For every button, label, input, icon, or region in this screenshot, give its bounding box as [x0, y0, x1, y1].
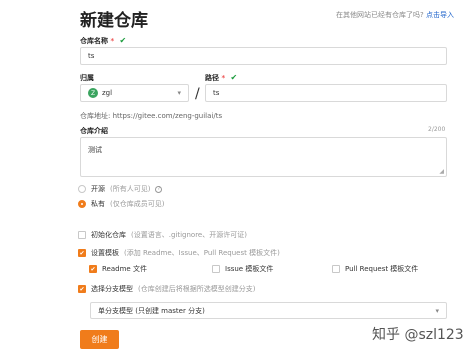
import-link[interactable]: 点击导入 — [426, 11, 454, 19]
watermark: 知乎 @szl123 — [372, 327, 464, 343]
visibility-private-label: 私有 — [91, 200, 105, 208]
owner-select[interactable]: Z zgl ▾ — [80, 84, 189, 102]
description-textarea[interactable]: 测试 ◢ — [80, 137, 447, 177]
template-issue[interactable]: Issue 模板文件 — [212, 264, 273, 274]
init-repo-note: (设置语言、.gitignore、开源许可证) — [131, 231, 247, 239]
radio-private[interactable] — [78, 200, 86, 208]
check-icon: ✔ — [119, 36, 127, 45]
template-readme-label: Readme 文件 — [102, 265, 147, 273]
repo-name-label-text: 仓库名称 — [80, 37, 108, 45]
path-separator: / — [195, 86, 200, 102]
readme-checkbox[interactable]: ✔ — [89, 265, 97, 273]
description-value: 测试 — [88, 146, 102, 154]
templates-checkbox[interactable]: ✔ — [78, 249, 86, 257]
visibility-public[interactable]: 开源 (所有人可见) ? — [78, 184, 163, 194]
create-button[interactable]: 创建 — [80, 330, 119, 349]
visibility-private[interactable]: 私有 (仅仓库成员可见) — [78, 199, 164, 209]
template-pull-request[interactable]: Pull Request 模板文件 — [332, 264, 418, 274]
path-value: ts — [213, 89, 220, 97]
pull-request-checkbox[interactable] — [332, 265, 340, 273]
owner-avatar: Z — [88, 88, 98, 98]
chevron-down-icon: ▾ — [435, 306, 439, 315]
repo-address-value: https://gitee.com/zeng-guilai/ts — [112, 112, 223, 120]
templates-label: 设置模板 — [91, 249, 119, 257]
templates-note: (添加 Readme、Issue、Pull Request 模板文件) — [124, 249, 280, 257]
description-label: 仓库介绍 — [80, 127, 108, 135]
check-icon: ✔ — [230, 73, 238, 82]
repo-name-label: 仓库名称 * ✔ — [80, 36, 126, 46]
import-hint-text: 在其他网站已经有仓库了吗? — [336, 11, 424, 19]
chevron-down-icon: ▾ — [177, 89, 181, 97]
import-hint: 在其他网站已经有仓库了吗? 点击导入 — [336, 10, 454, 20]
template-pull-request-label: Pull Request 模板文件 — [345, 265, 419, 273]
template-readme[interactable]: ✔ Readme 文件 — [89, 264, 147, 274]
repo-name-input[interactable]: ts — [80, 47, 447, 65]
init-repo-label: 初始化仓库 — [91, 231, 126, 239]
branch-model-label: 选择分支模型 — [91, 285, 133, 293]
visibility-public-label: 开源 — [91, 185, 105, 193]
repo-address: 仓库地址: https://gitee.com/zeng-guilai/ts — [80, 111, 222, 121]
help-icon[interactable]: ? — [155, 185, 163, 193]
repo-address-label: 仓库地址: — [80, 112, 111, 120]
template-issue-label: Issue 模板文件 — [225, 265, 274, 273]
branch-model-checkbox[interactable]: ✔ — [78, 285, 86, 293]
owner-label: 归属 — [80, 74, 94, 82]
init-repo-checkbox[interactable] — [78, 231, 86, 239]
visibility-public-note: (所有人可见) — [110, 185, 151, 193]
required-mark: * — [110, 37, 115, 45]
issue-checkbox[interactable] — [212, 265, 220, 273]
branch-model-option[interactable]: ✔ 选择分支模型 (仓库创建后将根据所选模型创建分支) — [78, 284, 255, 294]
branch-model-value: 单分支模型 (只创建 master 分支) — [98, 306, 205, 315]
repo-name-value: ts — [88, 52, 95, 60]
branch-model-note: (仓库创建后将根据所选模型创建分支) — [138, 285, 256, 293]
page-title: 新建仓库 — [80, 11, 148, 31]
radio-public[interactable] — [78, 185, 86, 193]
owner-value: zgl — [102, 89, 113, 97]
init-repo-option[interactable]: 初始化仓库 (设置语言、.gitignore、开源许可证) — [78, 230, 247, 240]
description-counter: 2/200 — [428, 126, 446, 133]
path-label-text: 路径 — [205, 74, 219, 82]
path-input[interactable]: ts — [205, 84, 447, 102]
resize-handle-icon[interactable]: ◢ — [439, 168, 444, 175]
required-mark: * — [221, 74, 226, 82]
branch-model-select[interactable]: 单分支模型 (只创建 master 分支) ▾ — [90, 302, 447, 319]
path-label: 路径 * ✔ — [205, 73, 237, 83]
templates-option[interactable]: ✔ 设置模板 (添加 Readme、Issue、Pull Request 模板文… — [78, 248, 280, 258]
visibility-private-note: (仅仓库成员可见) — [110, 200, 165, 208]
